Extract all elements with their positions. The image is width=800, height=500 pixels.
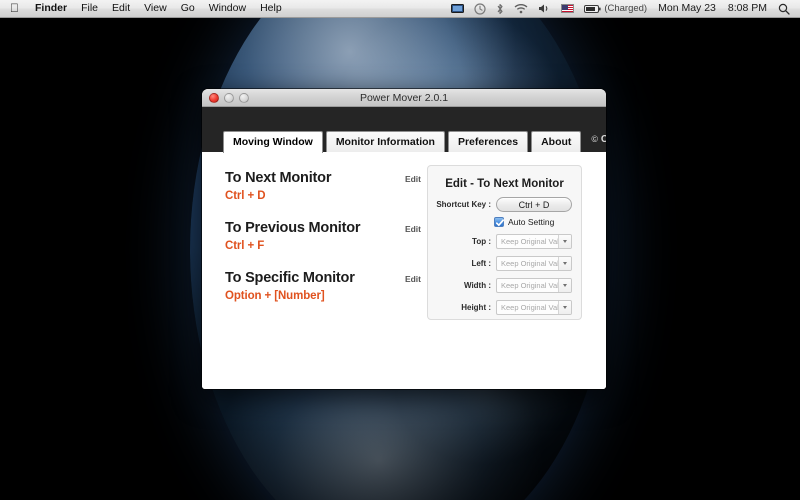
bluetooth-icon[interactable] xyxy=(491,0,509,17)
tab-about[interactable]: About xyxy=(531,131,582,153)
close-button[interactable] xyxy=(209,93,219,103)
menu-item-window[interactable]: Window xyxy=(202,0,253,17)
width-combobox[interactable]: Keep Original Value xyxy=(496,278,572,293)
power-mover-window: Power Mover 2.0.1 Moving Window Monitor … xyxy=(202,89,606,389)
shortcut-header: To Previous Monitor Edit xyxy=(225,220,421,236)
spotlight-search-icon[interactable] xyxy=(773,0,795,17)
shortcut-header: To Specific Monitor Edit xyxy=(225,270,421,286)
shortcut-key-row: Shortcut Key : Ctrl + D xyxy=(428,197,581,212)
auto-setting-row: Auto Setting xyxy=(428,217,581,227)
menu-bar:  Finder File Edit View Go Window Help xyxy=(0,0,800,18)
battery-icon[interactable]: (Charged) xyxy=(579,0,652,17)
shortcut-row-previous-monitor: To Previous Monitor Edit Ctrl + F xyxy=(225,220,421,252)
height-field-row: Height : Keep Original Value xyxy=(428,300,581,315)
screen:  Finder File Edit View Go Window Help xyxy=(0,0,800,500)
menu-item-file[interactable]: File xyxy=(74,0,105,17)
shortcut-list: To Next Monitor Edit Ctrl + D To Previou… xyxy=(225,170,421,320)
shortcut-row-specific-monitor: To Specific Monitor Edit Option + [Numbe… xyxy=(225,270,421,302)
edit-link-next-monitor[interactable]: Edit xyxy=(399,174,421,184)
auto-setting-label: Auto Setting xyxy=(508,217,555,227)
window-traffic-lights xyxy=(209,93,249,103)
chevron-down-icon[interactable] xyxy=(558,257,571,270)
shortcut-keys: Option + [Number] xyxy=(225,290,325,302)
time-machine-icon[interactable] xyxy=(469,0,491,17)
us-flag-icon[interactable] xyxy=(556,0,579,17)
display-icon[interactable] xyxy=(446,0,469,17)
left-combobox[interactable]: Keep Original Value xyxy=(496,256,572,271)
apple-logo-icon[interactable]:  xyxy=(0,0,28,17)
left-field-row: Left : Keep Original Value xyxy=(428,256,581,271)
menu-bar-left:  Finder File Edit View Go Window Help xyxy=(0,0,289,17)
wifi-icon[interactable] xyxy=(509,0,533,17)
window-title: Power Mover 2.0.1 xyxy=(359,91,449,104)
chevron-down-icon[interactable] xyxy=(558,279,571,292)
chevron-down-icon[interactable] xyxy=(558,235,571,248)
edit-link-previous-monitor[interactable]: Edit xyxy=(399,224,421,234)
shortcut-title: To Previous Monitor xyxy=(225,220,361,236)
top-combobox[interactable]: Keep Original Value xyxy=(496,234,572,249)
menu-bar-date[interactable]: Mon May 23 xyxy=(652,0,722,17)
auto-setting-checkbox[interactable] xyxy=(494,217,505,227)
top-field-row: Top : Keep Original Value xyxy=(428,234,581,249)
tab-moving-window[interactable]: Moving Window xyxy=(223,131,323,153)
top-label: Top : xyxy=(472,237,491,246)
tab-preferences[interactable]: Preferences xyxy=(447,131,529,153)
shortcut-key-label: Shortcut Key : xyxy=(436,200,491,209)
shortcut-title: To Specific Monitor xyxy=(225,270,355,286)
minimize-button[interactable] xyxy=(224,93,234,103)
volume-icon[interactable] xyxy=(533,0,556,17)
tab-monitor-information[interactable]: Monitor Information xyxy=(325,131,445,153)
zoom-button[interactable] xyxy=(239,93,249,103)
width-value: Keep Original Value xyxy=(501,281,558,290)
shortcut-keys: Ctrl + D xyxy=(225,190,266,202)
left-value: Keep Original Value xyxy=(501,259,558,268)
menu-bar-status-area: (Charged) Mon May 23 8:08 PM xyxy=(446,0,800,17)
width-field-row: Width : Keep Original Value xyxy=(428,278,581,293)
height-value: Keep Original Value xyxy=(501,303,558,312)
shortcut-key-recorder[interactable]: Ctrl + D xyxy=(496,197,572,212)
credit-label: © Craftsman Apps xyxy=(591,128,606,151)
battery-status-label: (Charged) xyxy=(604,3,648,14)
edit-link-specific-monitor[interactable]: Edit xyxy=(399,274,421,284)
shortcut-header: To Next Monitor Edit xyxy=(225,170,421,186)
chevron-down-icon[interactable] xyxy=(558,301,571,314)
shortcut-keys: Ctrl + F xyxy=(225,240,265,252)
menu-item-finder[interactable]: Finder xyxy=(28,0,74,17)
copyright-icon: © xyxy=(591,134,599,144)
edit-panel-title: Edit - To Next Monitor xyxy=(445,178,564,190)
shortcut-row-next-monitor: To Next Monitor Edit Ctrl + D xyxy=(225,170,421,202)
tab-bar: Moving Window Monitor Information Prefer… xyxy=(202,107,606,153)
window-title-bar[interactable]: Power Mover 2.0.1 xyxy=(202,89,606,107)
menu-item-help[interactable]: Help xyxy=(253,0,289,17)
shortcut-title: To Next Monitor xyxy=(225,170,332,186)
menu-item-go[interactable]: Go xyxy=(174,0,202,17)
menu-item-view[interactable]: View xyxy=(137,0,174,17)
edit-panel: Edit - To Next Monitor Shortcut Key : Ct… xyxy=(427,165,582,320)
menu-bar-time[interactable]: 8:08 PM xyxy=(722,0,773,17)
left-label: Left : xyxy=(471,259,491,268)
top-value: Keep Original Value xyxy=(501,237,558,246)
menu-item-edit[interactable]: Edit xyxy=(105,0,137,17)
window-content: To Next Monitor Edit Ctrl + D To Previou… xyxy=(202,152,606,389)
height-label: Height : xyxy=(461,303,491,312)
height-combobox[interactable]: Keep Original Value xyxy=(496,300,572,315)
credit-text: Craftsman Apps xyxy=(600,134,606,145)
width-label: Width : xyxy=(463,281,491,290)
